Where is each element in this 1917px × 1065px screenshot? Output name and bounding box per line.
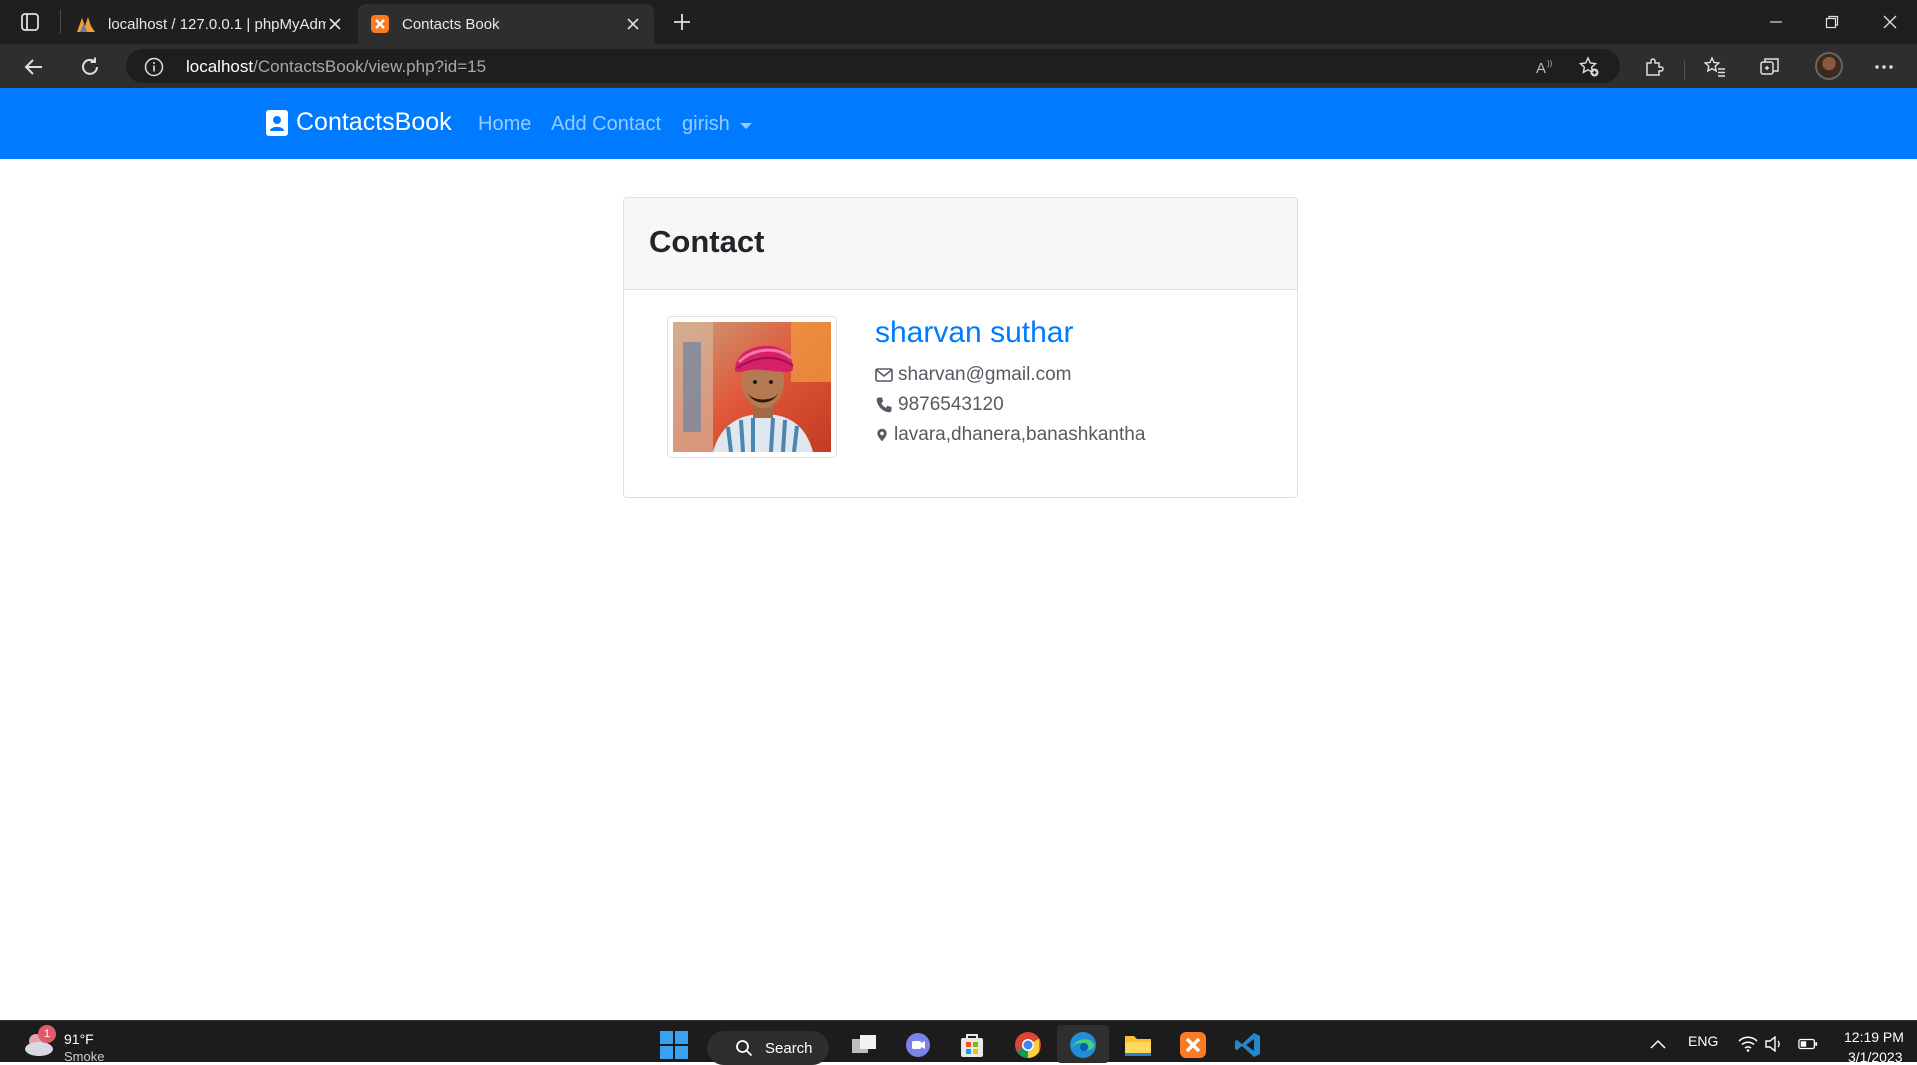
battery-icon[interactable] — [1798, 1035, 1818, 1053]
nav-add-contact-link[interactable]: Add Contact — [551, 113, 661, 136]
chevron-up-icon[interactable] — [1648, 1035, 1668, 1053]
search-icon — [736, 1040, 753, 1057]
tab-phpmyadmin[interactable]: localhost / 127.0.0.1 | phpMyAdmin — [64, 4, 356, 44]
xampp-taskbar-icon[interactable] — [1175, 1027, 1211, 1063]
minimize-button[interactable] — [1760, 6, 1792, 38]
wifi-icon[interactable] — [1738, 1035, 1758, 1053]
envelope-icon — [875, 368, 893, 382]
extensions-icon[interactable] — [1642, 55, 1666, 79]
restore-icon — [1825, 15, 1839, 29]
url-host: localhost — [186, 57, 254, 76]
svg-text:)): )) — [1547, 59, 1553, 68]
plus-icon — [674, 14, 690, 30]
brand-link[interactable]: ContactsBook — [266, 108, 452, 137]
taskbar-search[interactable]: Search — [707, 1031, 829, 1065]
profile-avatar[interactable] — [1815, 52, 1843, 80]
site-info-icon[interactable] — [144, 57, 164, 77]
clock-time[interactable]: 12:19 PM — [1844, 1029, 1904, 1045]
tab-actions-icon[interactable] — [18, 10, 42, 34]
contact-email: sharvan@gmail.com — [898, 364, 1072, 385]
vscode-icon[interactable] — [1230, 1027, 1266, 1063]
teams-chat-icon[interactable] — [900, 1027, 936, 1063]
start-button[interactable] — [656, 1027, 692, 1063]
windows-taskbar: 1 91°F Smoke Search ENG 12:19 PM 3/1/202… — [0, 1020, 1917, 1065]
microsoft-store-icon[interactable] — [954, 1027, 990, 1063]
contact-phone-row: 9876543120 — [875, 394, 1004, 416]
windows-logo-icon — [660, 1031, 688, 1059]
chrome-icon[interactable] — [1010, 1027, 1046, 1063]
minimize-icon — [1770, 21, 1782, 23]
contact-photo — [673, 322, 831, 452]
read-aloud-icon[interactable]: A)) — [1534, 56, 1556, 78]
user-name: girish — [682, 113, 730, 135]
site-navbar: ContactsBook Home Add Contact girish — [0, 88, 1917, 159]
language-indicator[interactable]: ENG — [1688, 1033, 1718, 1049]
contact-address: lavara,dhanera,banashkantha — [894, 424, 1146, 445]
toolbar-separator — [1684, 60, 1685, 80]
more-options-icon[interactable] — [1872, 55, 1896, 79]
tab-contacts-book[interactable]: Contacts Book — [358, 4, 654, 44]
new-tab-button[interactable] — [668, 8, 696, 36]
restore-button[interactable] — [1816, 6, 1848, 38]
close-icon[interactable] — [326, 15, 344, 33]
favorites-icon[interactable] — [1703, 55, 1727, 79]
close-icon — [1883, 15, 1897, 29]
close-window-button[interactable] — [1874, 6, 1906, 38]
contact-email-row: sharvan@gmail.com — [875, 364, 1071, 386]
refresh-icon — [82, 57, 98, 75]
close-icon[interactable] — [624, 15, 642, 33]
nav-home-link[interactable]: Home — [478, 113, 531, 136]
phpmyadmin-icon — [77, 17, 95, 32]
contact-address-row: lavara,dhanera,banashkantha — [875, 424, 1145, 446]
browser-tab-bar: localhost / 127.0.0.1 | phpMyAdmin Conta… — [0, 0, 1917, 44]
xampp-icon — [371, 15, 389, 33]
svg-text:A: A — [1536, 60, 1546, 77]
user-dropdown[interactable]: girish — [682, 113, 752, 136]
task-view-icon[interactable] — [846, 1027, 882, 1063]
file-explorer-icon[interactable] — [1120, 1027, 1156, 1063]
tab-separator — [60, 10, 61, 34]
url-text[interactable]: localhost/ContactsBook/view.php?id=15 — [186, 57, 486, 77]
edge-icon[interactable] — [1065, 1027, 1101, 1063]
back-button[interactable] — [18, 52, 50, 82]
card-header: Contact — [624, 198, 1297, 290]
url-path: /ContactsBook/view.php?id=15 — [253, 57, 487, 76]
address-book-icon — [266, 109, 288, 136]
add-favorite-icon[interactable] — [1578, 56, 1600, 78]
contact-card: Contact sharvan suthar sharvan@gmail.com… — [623, 197, 1298, 498]
collections-icon[interactable] — [1758, 55, 1782, 79]
search-label: Search — [765, 1039, 813, 1057]
contact-phone: 9876543120 — [898, 394, 1004, 415]
browser-toolbar: localhost/ContactsBook/view.php?id=15 A)… — [0, 44, 1917, 88]
weather-temperature: 91°F — [64, 1031, 94, 1047]
contact-name: sharvan suthar — [875, 316, 1074, 349]
back-arrow-icon — [24, 59, 42, 75]
clock-date[interactable]: 3/1/2023 — [1848, 1049, 1903, 1065]
weather-badge: 1 — [38, 1025, 56, 1043]
tab-title: Contacts Book — [402, 15, 500, 33]
map-marker-icon — [877, 428, 887, 442]
brand-name: ContactsBook — [296, 108, 452, 136]
tab-title: localhost / 127.0.0.1 | phpMyAdmin — [108, 15, 326, 33]
caret-down-icon — [739, 122, 752, 129]
volume-icon[interactable] — [1764, 1035, 1784, 1053]
contact-photo-frame — [667, 316, 837, 458]
phone-icon — [876, 397, 892, 413]
refresh-button[interactable] — [74, 52, 106, 82]
address-bar[interactable]: localhost/ContactsBook/view.php?id=15 A)… — [126, 49, 1620, 83]
card-title: Contact — [649, 224, 765, 259]
